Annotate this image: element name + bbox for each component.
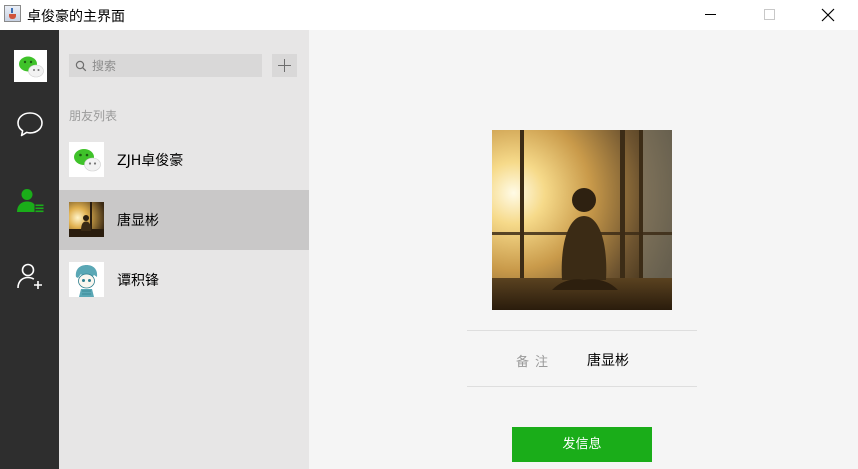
sunset-photo-icon (69, 202, 104, 237)
divider (467, 330, 697, 331)
search-icon (75, 60, 87, 72)
contacts-icon (17, 189, 44, 213)
sunset-window-photo-icon (492, 130, 672, 310)
contact-avatar (69, 262, 104, 297)
remark-label: 备注 (516, 355, 555, 370)
divider (467, 386, 697, 387)
minimize-button[interactable] (681, 0, 741, 30)
window-title: 卓俊豪的主界面 (27, 9, 125, 25)
profile-photo (492, 130, 672, 310)
contact-detail-panel: 备注 唐显彬 发信息 (309, 30, 858, 469)
maximize-button[interactable] (739, 0, 799, 30)
java-app-icon (4, 5, 21, 22)
wechat-logo-icon (69, 142, 104, 177)
add-friend-icon (17, 263, 42, 289)
anime-avatar-icon (69, 262, 104, 297)
close-icon (821, 8, 835, 22)
user-avatar[interactable] (14, 50, 47, 82)
contact-name: 唐显彬 (117, 213, 159, 229)
contact-item[interactable]: ZJH卓俊豪 (59, 130, 309, 190)
nav-add-friend-button[interactable] (14, 260, 46, 292)
search-input[interactable] (92, 54, 257, 77)
nav-chat-button[interactable] (14, 108, 46, 140)
nav-contacts-button[interactable] (14, 185, 46, 217)
contact-avatar (69, 202, 104, 237)
contact-avatar (69, 142, 104, 177)
contact-item-selected[interactable]: 唐显彬 (59, 190, 309, 250)
contact-name: ZJH卓俊豪 (117, 153, 184, 169)
close-button[interactable] (798, 0, 858, 30)
friend-list-label: 朋友列表 (69, 109, 118, 123)
send-message-button[interactable]: 发信息 (512, 427, 652, 462)
add-button[interactable] (272, 54, 297, 77)
nav-rail (0, 30, 59, 469)
contact-item[interactable]: 谭积锋 (59, 250, 309, 310)
contact-name: 谭积锋 (117, 273, 159, 289)
chat-bubble-icon (17, 112, 43, 137)
remark-value: 唐显彬 (587, 353, 629, 369)
contact-list-panel: 朋友列表 ZJH卓俊豪 (59, 30, 309, 469)
wechat-logo-icon (14, 50, 47, 82)
title-bar: 卓俊豪的主界面 (0, 0, 858, 30)
search-box[interactable] (69, 54, 262, 77)
